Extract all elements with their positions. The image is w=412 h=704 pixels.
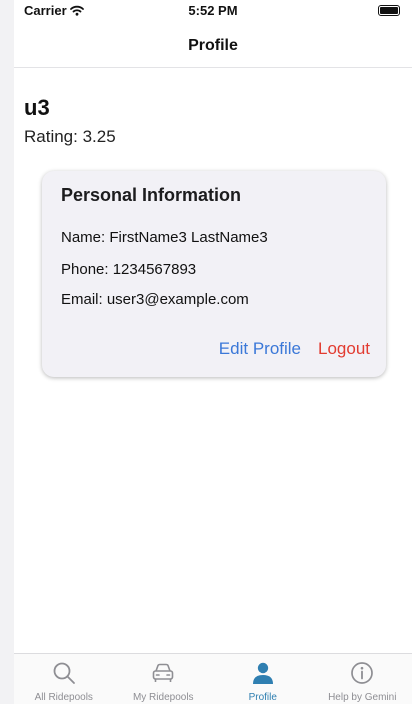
left-edge-strip: [0, 0, 14, 704]
person-icon: [250, 660, 276, 686]
status-bar: Carrier 5:52 PM: [14, 0, 412, 20]
status-time: 5:52 PM: [188, 3, 238, 18]
tab-my-ridepools[interactable]: My Ridepools: [114, 654, 214, 704]
email-line: Email: user3@example.com: [61, 291, 249, 308]
profile-username: u3: [24, 95, 50, 120]
battery-icon: [378, 5, 400, 16]
personal-info-title: Personal Information: [61, 185, 242, 205]
tab-label: All Ridepools: [34, 692, 93, 703]
car-icon: [150, 660, 176, 686]
tab-label: My Ridepools: [132, 692, 194, 703]
search-icon: [51, 660, 77, 686]
tab-profile[interactable]: Profile: [213, 654, 313, 704]
card-actions: Edit Profile Logout: [219, 339, 370, 359]
profile-rating: Rating: 3.25: [24, 127, 116, 146]
navigation-bar: Profile: [14, 22, 412, 68]
personal-info-card: Personal Information Name: FirstName3 La…: [42, 171, 386, 377]
edit-profile-button[interactable]: Edit Profile: [219, 339, 301, 359]
tab-bar: All Ridepools My Ridepools Profile Help …: [14, 653, 412, 704]
tab-label: Help by Gemini: [328, 692, 397, 703]
info-icon: [349, 660, 375, 686]
name-line: Name: FirstName3 LastName3: [61, 229, 268, 246]
tab-label: Profile: [248, 692, 277, 703]
tab-help-by-gemini[interactable]: Help by Gemini: [313, 654, 412, 704]
phone-line: Phone: 1234567893: [61, 261, 197, 278]
logout-button[interactable]: Logout: [318, 339, 370, 359]
page-title: Profile: [188, 37, 238, 54]
tab-all-ridepools[interactable]: All Ridepools: [14, 654, 114, 704]
